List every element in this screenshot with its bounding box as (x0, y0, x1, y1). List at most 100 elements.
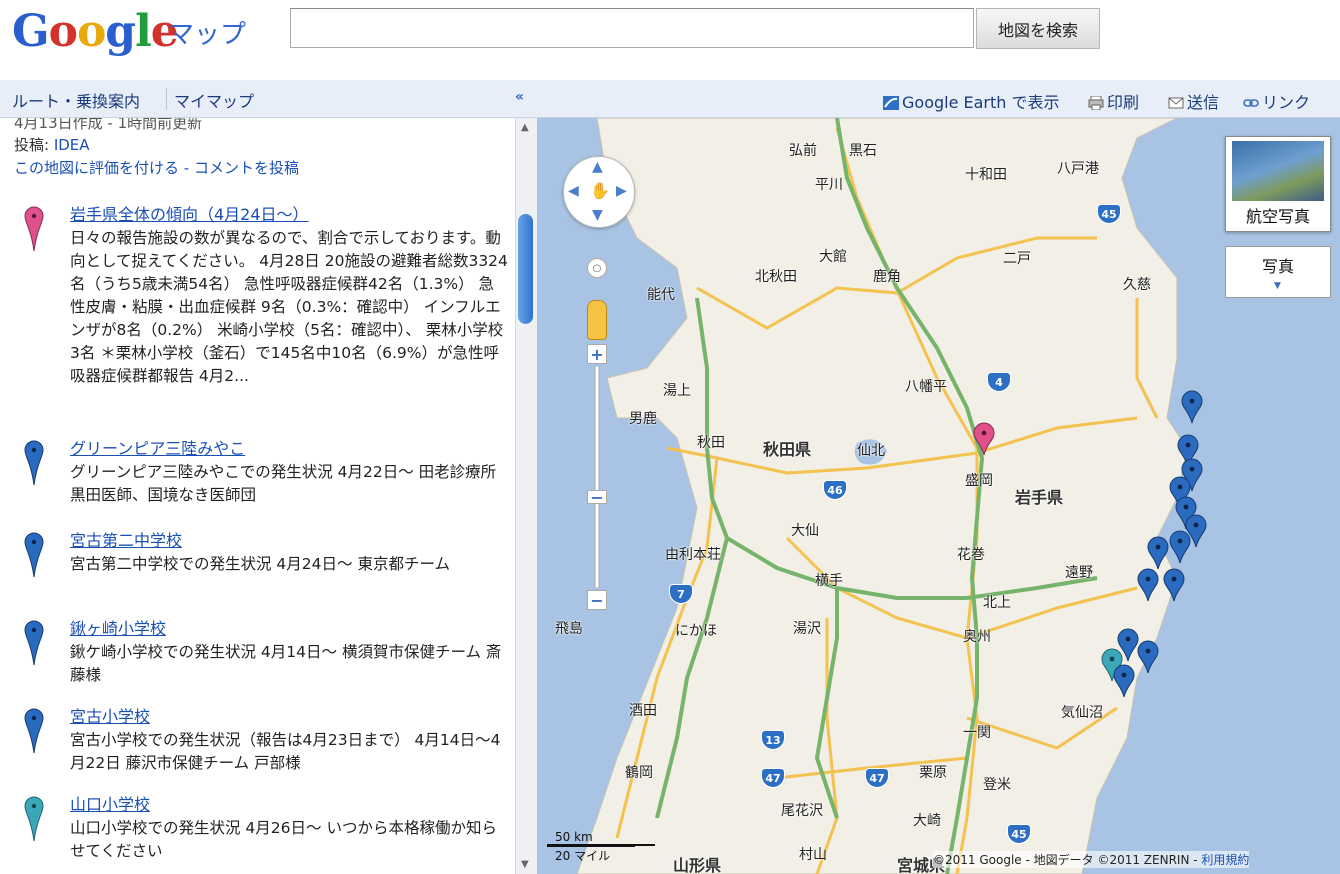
zoom-in-button[interactable]: + (587, 344, 607, 364)
google-logo[interactable]: Google (12, 6, 179, 58)
aerial-view-button[interactable]: 航空写真 (1225, 136, 1331, 232)
city-label: 北上 (983, 595, 1011, 611)
tab-my-maps[interactable]: マイマップ (174, 88, 254, 112)
list-item[interactable]: 宮古小学校 宮古小学校での発生状況（報告は4月23日まで） 4月14日～4月22… (18, 706, 508, 786)
search-input[interactable] (290, 8, 974, 48)
city-label: 酒田 (629, 703, 657, 719)
city-label: 男鹿 (629, 411, 657, 427)
scroll-up-icon[interactable]: ▲ (521, 122, 529, 133)
collapse-panel-icon[interactable]: « (515, 89, 524, 105)
city-label: 横手 (815, 573, 843, 589)
aerial-label: 航空写真 (1245, 207, 1310, 226)
tab-route[interactable]: ルート・乗換案内 (12, 88, 140, 112)
map-toolbar: Google Earth で表示 印刷 送信 リンク (537, 80, 1340, 118)
mail-icon (1168, 97, 1184, 109)
list-item-description: 鍬ケ崎小学校での発生状況 4月14日～ 横須賀市保健チーム 斎藤様 (70, 643, 502, 684)
pan-control[interactable]: ▲ ▼ ◀ ▶ ✋ (563, 156, 635, 228)
city-label: 大崎 (913, 813, 941, 829)
map-marker-blue[interactable] (1137, 640, 1159, 674)
list-item-description: 山口小学校での発生状況 4月26日～ いつから本格稼働か知らせてください (70, 819, 497, 860)
list-item[interactable]: グリーンピア三陸みやこ グリーンピア三陸みやこでの発生状況 4月22日～ 田老診… (18, 438, 508, 518)
tab-divider (166, 88, 167, 110)
prefecture-label: 秋田県 (763, 440, 812, 459)
list-item[interactable]: 宮古第二中学校 宮古第二中学校での発生状況 4月24日～ 東京都チーム (18, 530, 508, 610)
photo-layer-button[interactable]: 写真 ▼ (1225, 246, 1331, 298)
city-label: 奥州 (963, 629, 991, 645)
send-label: 送信 (1187, 93, 1220, 112)
city-label: 遠野 (1065, 565, 1093, 581)
city-label: 鶴岡 (625, 765, 653, 781)
hand-icon: ✋ (590, 181, 610, 200)
aerial-thumbnail (1232, 141, 1324, 201)
sidebar-scrollbar[interactable]: ▲ ▼ (515, 118, 537, 874)
map-marker-blue[interactable] (1113, 664, 1135, 698)
city-label: 北秋田 (755, 269, 797, 285)
zoom-thumb[interactable]: − (587, 488, 607, 507)
map-pin-icon (24, 796, 44, 842)
poster-label: 投稿: (14, 136, 54, 154)
google-earth-link[interactable]: Google Earth で表示 (883, 89, 1060, 113)
map-marker-pink[interactable] (973, 422, 995, 456)
city-label: 尾花沢 (781, 803, 823, 819)
top-bar: Google マップ 地図を検索 (0, 0, 1340, 80)
print-link[interactable]: 印刷 (1088, 89, 1139, 113)
map-canvas[interactable]: 秋田県 岩手県 山形県 宮城県 弘前 黒石 十和田 八戸港 平川 大館 北秋田 … (537, 118, 1340, 874)
pan-up-icon[interactable]: ▲ (592, 159, 603, 175)
photo-label: 写真 (1261, 257, 1294, 276)
list-item[interactable]: 岩手県全体の傾向（4月24日～） 日々の報告施設の数が異なるので、割合で示してお… (18, 204, 508, 426)
pan-down-icon[interactable]: ▼ (592, 207, 603, 223)
map-marker-blue[interactable] (1169, 530, 1191, 564)
link-icon (1243, 99, 1259, 107)
city-label: 能代 (647, 287, 675, 303)
google-earth-label: Google Earth で表示 (902, 93, 1060, 112)
reset-view-button[interactable]: ○ (587, 258, 607, 278)
land-mass (576, 118, 1188, 874)
list-item-description: グリーンピア三陸みやこでの発生状況 4月22日～ 田老診療所 黒田医師、国境なき… (70, 463, 497, 504)
scrollbar-thumb[interactable] (518, 214, 533, 324)
terms-link[interactable]: 利用規約 (1201, 853, 1249, 867)
map-marker-blue[interactable] (1147, 536, 1169, 570)
pan-right-icon[interactable]: ▶ (616, 183, 627, 199)
rate-comment-link[interactable]: この地図に評価を付ける - コメントを投稿 (14, 157, 299, 179)
google-earth-icon (883, 96, 899, 110)
sidebar: ルート・乗換案内 マイマップ « 4月13日作成 - 1時間前更新 投稿: ID… (0, 80, 537, 874)
link-link[interactable]: リンク (1243, 89, 1310, 113)
list-item-title[interactable]: 鍬ヶ崎小学校 (70, 618, 166, 640)
city-label: 久慈 (1123, 277, 1151, 293)
map-marker-blue[interactable] (1181, 390, 1203, 424)
map-marker-blue[interactable] (1163, 568, 1185, 602)
city-label: 大仙 (791, 523, 819, 539)
city-label: 由利本荘 (665, 547, 721, 563)
zoom-slider[interactable] (593, 366, 601, 588)
map-pin-icon (24, 532, 44, 578)
list-item-description: 宮古小学校での発生状況（報告は4月23日まで） 4月14日～4月22日 藤沢市保… (70, 731, 501, 772)
scroll-down-icon[interactable]: ▼ (521, 859, 529, 870)
map-copyright: ©2011 Google - 地図データ ©2011 ZENRIN - 利用規約 (933, 851, 1250, 868)
city-label: 村山 (799, 847, 827, 863)
print-label: 印刷 (1107, 93, 1140, 112)
list-item[interactable]: 山口小学校 山口小学校での発生状況 4月26日～ いつから本格稼働か知らせてくだ… (18, 794, 508, 874)
zoom-out-button[interactable]: − (587, 590, 607, 610)
link-label: リンク (1262, 93, 1311, 112)
list-item-title[interactable]: 宮古小学校 (70, 706, 150, 728)
list-item-title[interactable]: 岩手県全体の傾向（4月24日～） (70, 204, 309, 226)
list-item-title[interactable]: 宮古第二中学校 (70, 530, 182, 552)
poster-link[interactable]: IDEA (54, 136, 90, 154)
map-pin-icon (24, 440, 44, 486)
list-item-title[interactable]: グリーンピア三陸みやこ (70, 438, 245, 460)
map-marker-blue[interactable] (1137, 568, 1159, 602)
my-map-panel: 4月13日作成 - 1時間前更新 投稿: IDEA この地図に評価を付ける - … (0, 118, 515, 874)
pegman-icon[interactable] (587, 300, 607, 340)
list-item-description: 日々の報告施設の数が異なるので、割合で示しております。動向として捉えてください。… (70, 229, 508, 385)
pan-left-icon[interactable]: ◀ (568, 183, 579, 199)
list-item-title[interactable]: 山口小学校 (70, 794, 150, 816)
city-label: 湯沢 (793, 621, 821, 637)
city-label: 十和田 (965, 167, 1007, 183)
map-pin-icon (24, 620, 44, 666)
search-button[interactable]: 地図を検索 (976, 8, 1100, 49)
send-link[interactable]: 送信 (1168, 89, 1219, 113)
list-item[interactable]: 鍬ヶ崎小学校 鍬ケ崎小学校での発生状況 4月14日～ 横須賀市保健チーム 斎藤様 (18, 618, 508, 698)
sidebar-tabs: ルート・乗換案内 マイマップ « (0, 80, 537, 118)
map-terrain (576, 118, 1188, 874)
prefecture-label: 岩手県 (1015, 488, 1064, 507)
